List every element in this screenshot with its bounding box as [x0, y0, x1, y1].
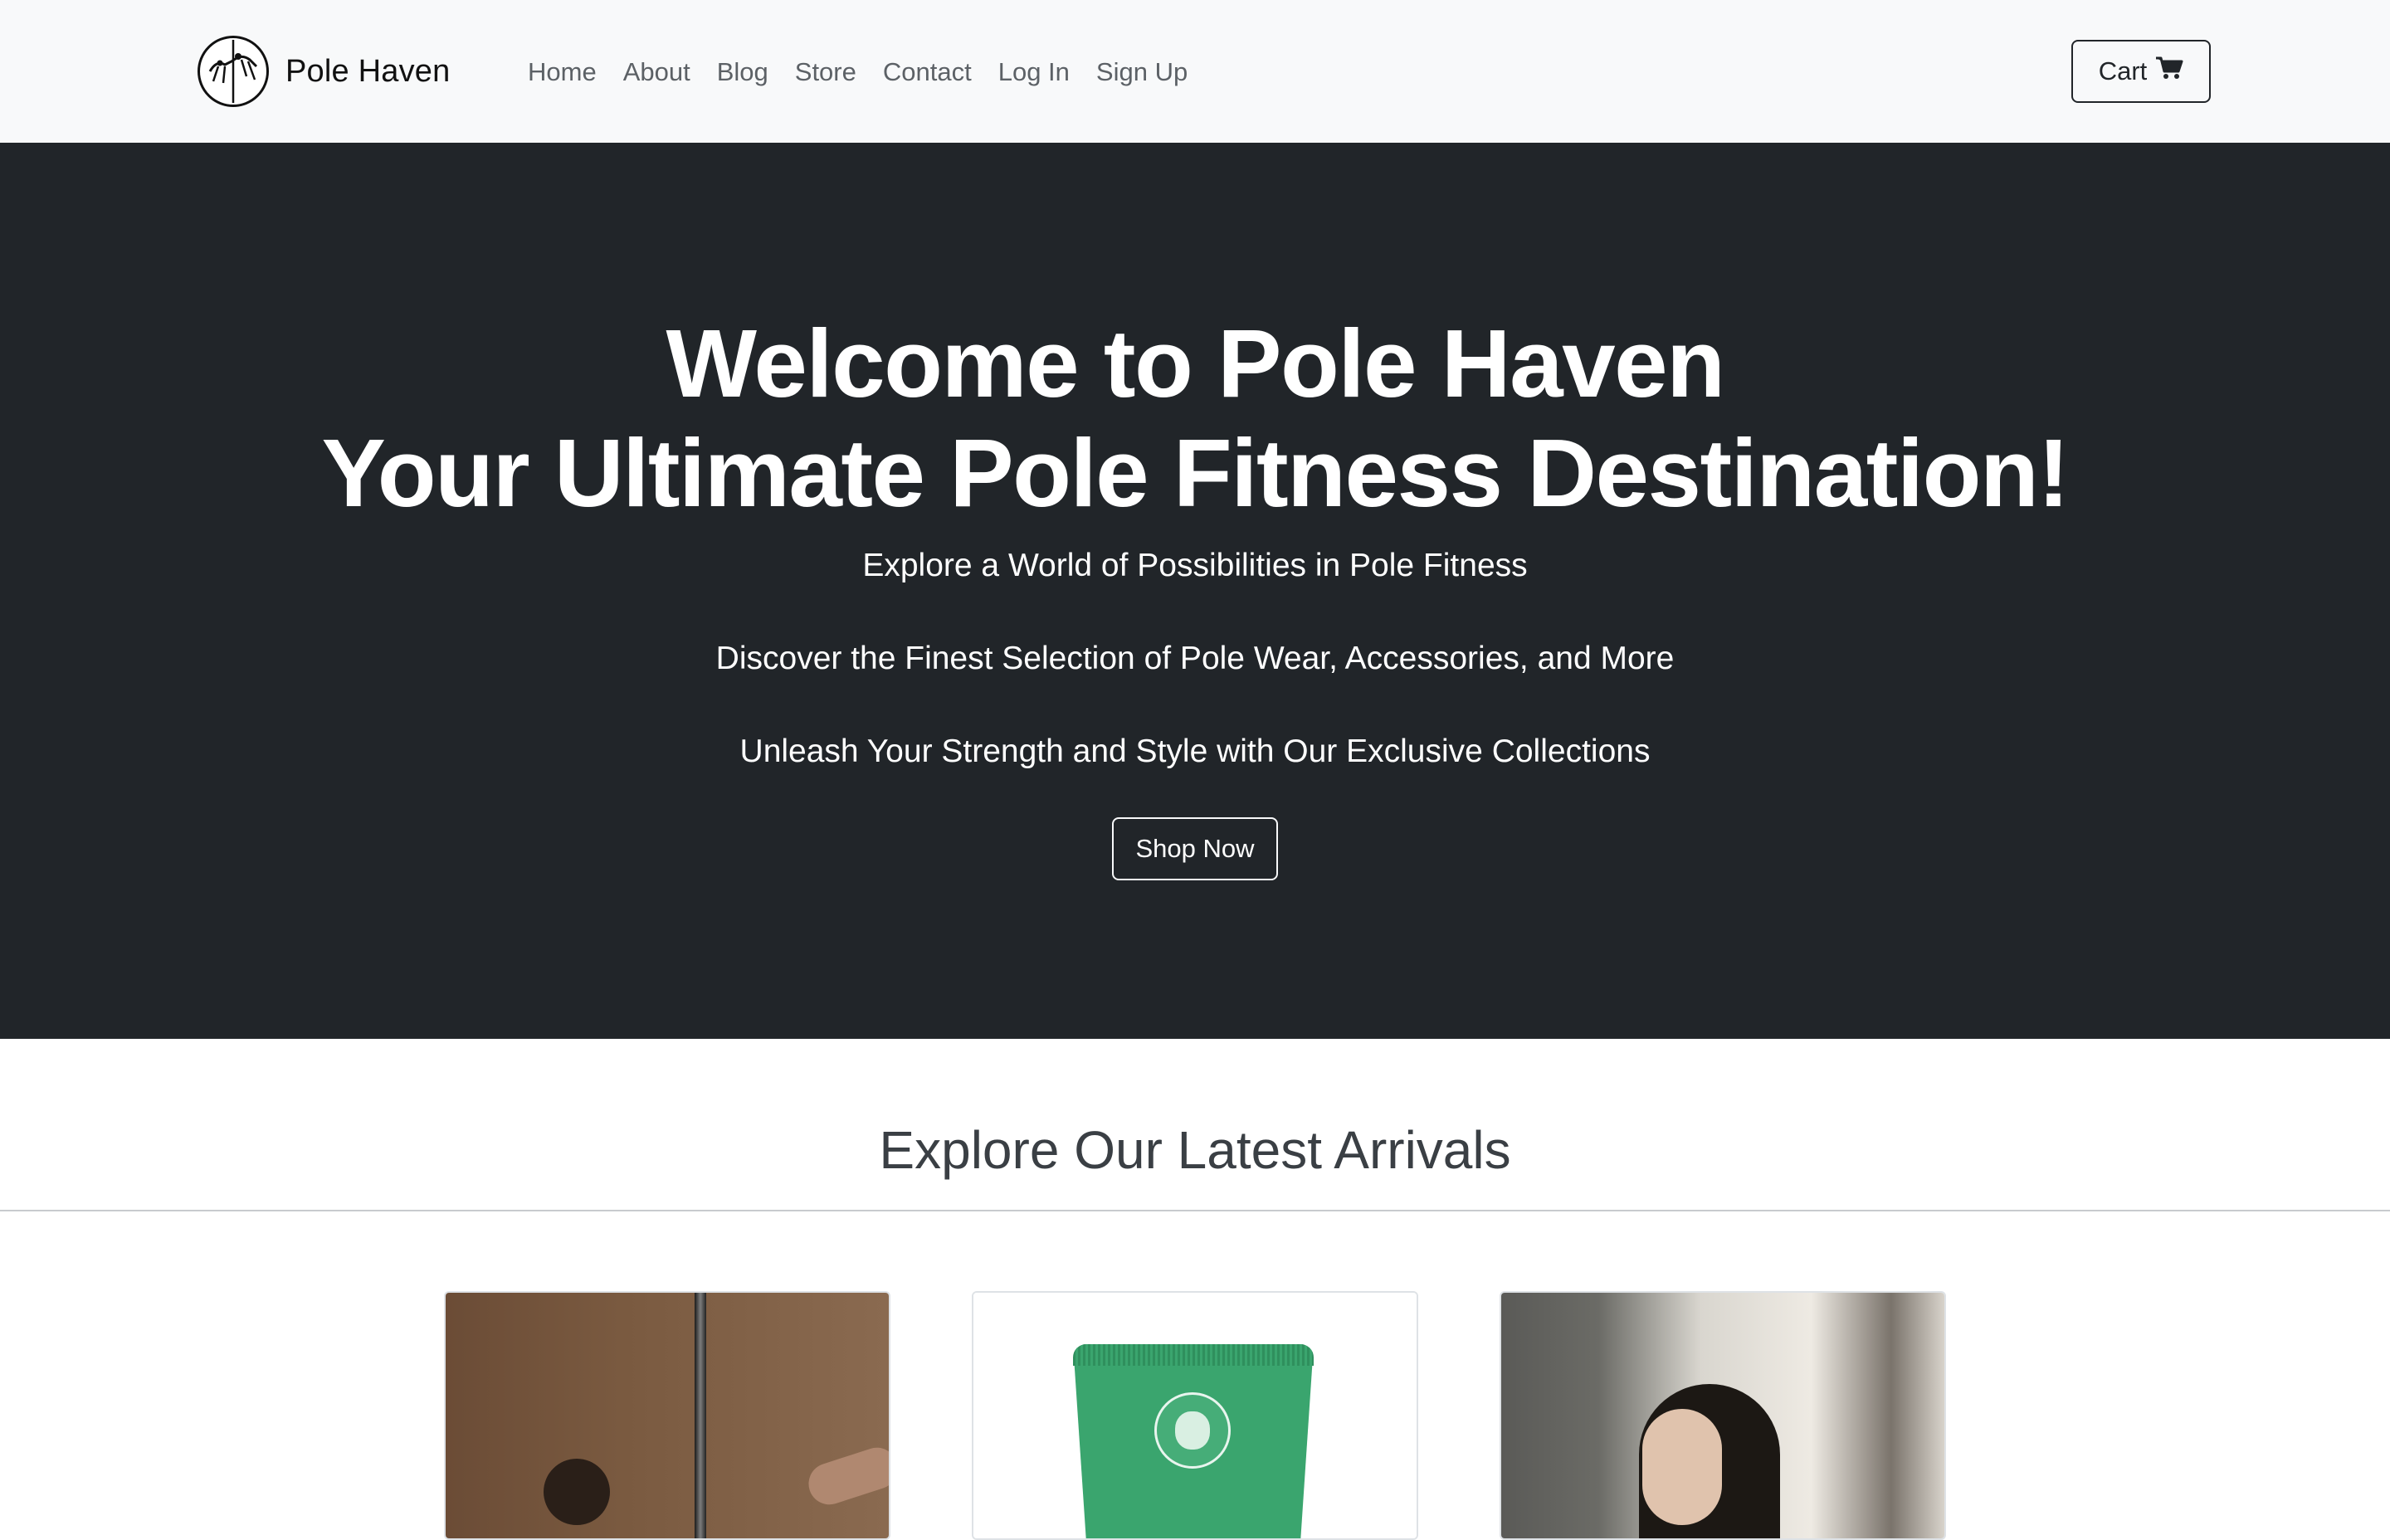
- tube-cap: [1073, 1344, 1314, 1366]
- brand-link[interactable]: Pole Haven: [198, 32, 450, 110]
- top-navbar: Pole Haven Home About Blog Store Contact…: [0, 0, 2390, 143]
- green-grip-tube-photo: [973, 1293, 1417, 1538]
- hero-subtitle-1: Explore a World of Possibilities in Pole…: [862, 548, 1528, 583]
- pole-bar: [695, 1293, 706, 1538]
- shopping-cart-icon: [2155, 56, 2183, 87]
- pole-dancer-photo: [446, 1293, 889, 1538]
- dancer-hand: [802, 1442, 889, 1510]
- cart-button-label: Cart: [2098, 56, 2148, 85]
- hero-subtitle-3: Unleash Your Strength and Style with Our…: [739, 733, 1651, 769]
- portrait-face: [1642, 1409, 1722, 1525]
- product-card[interactable]: [444, 1291, 890, 1540]
- cart-button[interactable]: Cart: [2071, 40, 2211, 103]
- nav-link-store[interactable]: Store: [782, 59, 870, 85]
- product-card[interactable]: [972, 1291, 1418, 1540]
- brand-name: Pole Haven: [285, 53, 451, 89]
- main-nav: Home About Blog Store Contact Log In Sig…: [515, 0, 1201, 143]
- shop-now-button[interactable]: Shop Now: [1112, 817, 1278, 880]
- hero-subtitle-2: Discover the Finest Selection of Pole We…: [715, 641, 1675, 676]
- woman-portrait-photo: [1501, 1293, 1944, 1538]
- section-divider: [0, 1210, 2390, 1211]
- nav-link-home[interactable]: Home: [515, 59, 610, 85]
- hero-title-line1: Welcome to Pole Haven: [666, 309, 1725, 417]
- pole-dancer-logo-icon: [198, 36, 269, 107]
- nav-link-about[interactable]: About: [610, 59, 704, 85]
- hero-title-line2: Your Ultimate Pole Fitness Destination!: [321, 419, 2070, 527]
- nav-link-contact[interactable]: Contact: [870, 59, 985, 85]
- nav-link-signup[interactable]: Sign Up: [1083, 59, 1201, 85]
- arrivals-heading: Explore Our Latest Arrivals: [879, 1120, 1511, 1180]
- product-card[interactable]: [1500, 1291, 1946, 1540]
- nav-link-blog[interactable]: Blog: [704, 59, 782, 85]
- hero-banner: Welcome to Pole Haven Your Ultimate Pole…: [0, 143, 2390, 1039]
- dancer-head: [544, 1459, 610, 1525]
- gorilla-logo-icon: [1154, 1392, 1231, 1469]
- nav-link-login[interactable]: Log In: [985, 59, 1083, 85]
